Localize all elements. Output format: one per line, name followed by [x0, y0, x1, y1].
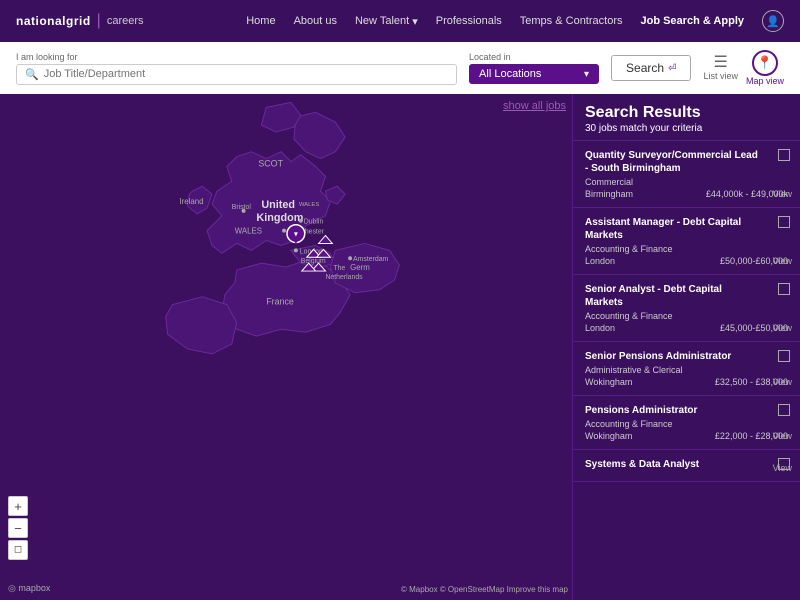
location-value: All Locations [479, 68, 578, 80]
nav-home[interactable]: Home [246, 15, 275, 27]
job-location: London [585, 256, 615, 266]
location-dropdown-arrow: ▾ [584, 69, 589, 80]
location-select[interactable]: All Locations ▾ [469, 64, 599, 84]
nav-new-talent[interactable]: New Talent ▾ [355, 15, 418, 28]
svg-text:Ireland: Ireland [179, 197, 203, 206]
svg-text:WALES: WALES [235, 227, 262, 236]
job-location: Wokingham [585, 377, 632, 387]
svg-text:SCOT: SCOT [258, 159, 283, 169]
svg-text:Bristol: Bristol [232, 204, 252, 211]
zoom-in-button[interactable]: + [8, 496, 28, 516]
results-panel: Search Results 30 jobs match your criter… [572, 94, 800, 600]
map-svg: SCOT WALES United Kingdom Ireland The Ne… [0, 94, 572, 600]
job-location: Wokingham [585, 431, 632, 441]
job-title: Senior Pensions Administrator [585, 350, 788, 363]
job-title-input[interactable] [44, 68, 204, 80]
job-card[interactable]: Assistant Manager - Debt Capital Markets… [573, 208, 800, 275]
job-checkbox-2[interactable] [778, 283, 790, 295]
search-arrow-icon: ⏎ [668, 63, 676, 74]
job-title: Quantity Surveyor/Commercial Lead - Sout… [585, 149, 788, 175]
svg-text:Netherlands: Netherlands [325, 274, 363, 281]
job-card[interactable]: Senior Analyst - Debt Capital Markets Ac… [573, 275, 800, 342]
search-bar: I am looking for 🔍 Located in All Locati… [0, 42, 800, 94]
view-controls: ☰ List view 📍 Map view [703, 50, 784, 86]
map-attribution: © Mapbox © OpenStreetMap Improve this ma… [401, 585, 568, 594]
navbar: nationalgrid | careers Home About us New… [0, 0, 800, 42]
list-view-button[interactable]: ☰ List view [703, 55, 738, 81]
nav-job-search[interactable]: Job Search & Apply [640, 15, 744, 27]
search-button[interactable]: Search ⏎ [611, 55, 691, 81]
job-title: Pensions Administrator [585, 404, 788, 417]
job-title: Assistant Manager - Debt Capital Markets [585, 216, 788, 242]
svg-text:France: France [266, 297, 294, 307]
nav-links: Home About us New Talent ▾ Professionals… [246, 10, 784, 32]
job-search-label: I am looking for [16, 52, 457, 62]
job-title: Senior Analyst - Debt Capital Markets [585, 283, 788, 309]
show-all-jobs-link[interactable]: show all jobs [503, 100, 566, 112]
job-department: Accounting & Finance [585, 244, 788, 254]
job-search-input-wrap: 🔍 [16, 64, 457, 85]
nav-about[interactable]: About us [294, 15, 337, 27]
brand-logo: nationalgrid | careers [16, 12, 144, 30]
job-meta: Wokingham £22,000 - £28,000 [585, 431, 788, 441]
main-content: SCOT WALES United Kingdom Ireland The Ne… [0, 94, 800, 600]
job-department: Accounting & Finance [585, 311, 788, 321]
logo-name: nationalgrid [16, 14, 91, 28]
map-zoom-controls: + − ◻ [8, 496, 28, 560]
results-title: Search Results [585, 104, 788, 122]
search-icon: 🔍 [25, 68, 39, 81]
svg-text:Belgium: Belgium [301, 258, 326, 265]
job-department: Commercial [585, 177, 788, 187]
map-view-button[interactable]: 📍 Map view [746, 50, 784, 86]
logo-product: careers [107, 15, 144, 27]
results-header: Search Results 30 jobs match your criter… [573, 94, 800, 141]
svg-text:Amsterdam: Amsterdam [353, 256, 388, 263]
job-view-button[interactable]: View [773, 256, 792, 266]
svg-text:United: United [261, 199, 295, 211]
svg-text:WALES: WALES [299, 202, 320, 208]
job-view-button[interactable]: View [773, 463, 792, 473]
zoom-out-button[interactable]: − [8, 518, 28, 538]
job-location: Birmingham [585, 189, 633, 199]
job-checkbox-1[interactable] [778, 216, 790, 228]
job-location: London [585, 323, 615, 333]
location-label: Located in [469, 52, 599, 62]
job-meta: London £45,000-£50,000 [585, 323, 788, 333]
svg-text:Germ: Germ [350, 263, 370, 272]
job-meta: Wokingham £32,500 - £38,000 [585, 377, 788, 387]
job-department: Administrative & Clerical [585, 365, 788, 375]
jobs-list: Quantity Surveyor/Commercial Lead - Sout… [573, 141, 800, 482]
job-card[interactable]: Senior Pensions Administrator Administra… [573, 342, 800, 396]
job-search-field: I am looking for 🔍 [16, 52, 457, 85]
svg-text:▾: ▾ [294, 230, 298, 239]
job-card[interactable]: Pensions Administrator Accounting & Fina… [573, 396, 800, 450]
job-meta: Birmingham £44,000k - £49,000k [585, 189, 788, 199]
job-view-button[interactable]: View [773, 189, 792, 199]
job-checkbox-4[interactable] [778, 404, 790, 416]
job-department: Accounting & Finance [585, 419, 788, 429]
job-card[interactable]: Systems & Data Analyst View [573, 450, 800, 482]
job-title: Systems & Data Analyst [585, 458, 788, 471]
svg-text:The: The [333, 265, 345, 272]
zoom-reset-button[interactable]: ◻ [8, 540, 28, 560]
job-view-button[interactable]: View [773, 377, 792, 387]
list-icon: ☰ [714, 55, 728, 71]
svg-text:Dublin: Dublin [304, 219, 324, 226]
location-field: Located in All Locations ▾ [469, 52, 599, 84]
job-meta: London £50,000-£60,000 [585, 256, 788, 266]
results-count: 30 jobs match your criteria [585, 123, 788, 134]
job-checkbox-0[interactable] [778, 149, 790, 161]
nav-professionals[interactable]: Professionals [436, 15, 502, 27]
nav-temps[interactable]: Temps & Contractors [520, 15, 623, 27]
logo-separator: | [97, 12, 101, 30]
mapbox-logo: ◎ mapbox [8, 583, 50, 594]
map-area: SCOT WALES United Kingdom Ireland The Ne… [0, 94, 572, 600]
job-card[interactable]: Quantity Surveyor/Commercial Lead - Sout… [573, 141, 800, 208]
job-checkbox-3[interactable] [778, 350, 790, 362]
job-view-button[interactable]: View [773, 323, 792, 333]
user-icon[interactable]: 👤 [762, 10, 784, 32]
svg-text:Kingdom: Kingdom [256, 212, 303, 224]
map-pin-icon: 📍 [752, 50, 778, 76]
job-view-button[interactable]: View [773, 431, 792, 441]
